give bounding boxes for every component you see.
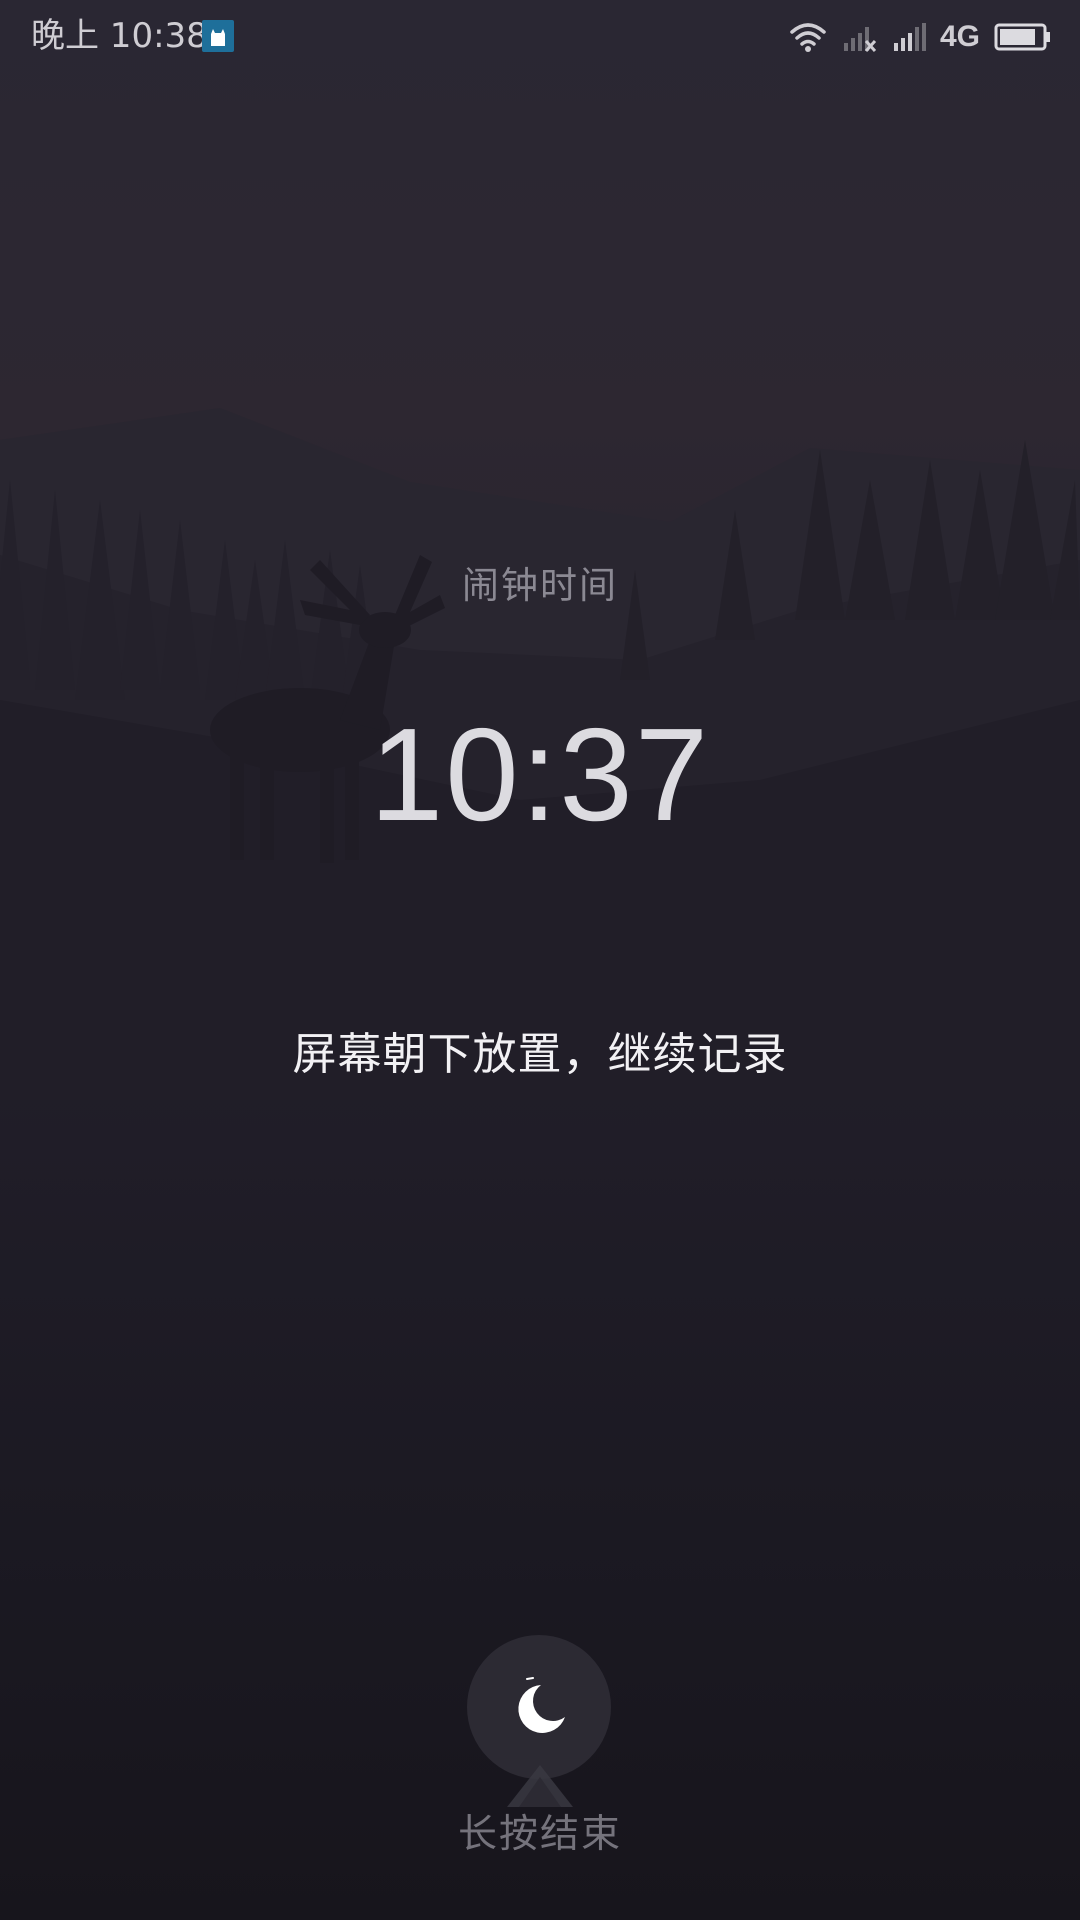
network-type-label: 4G xyxy=(939,20,980,53)
signal-icon xyxy=(893,23,926,51)
moon-icon xyxy=(518,1677,565,1733)
sleep-tracking-screen: 晚上 10:38 4G 闹钟时间 10:37 屏幕朝下放置，继续记录 长按结束 xyxy=(0,0,1080,1920)
end-sleep-button[interactable] xyxy=(467,1635,611,1779)
app-notification-icon xyxy=(202,20,234,52)
forest-deer-background xyxy=(0,408,1080,1100)
status-bar: 晚上 10:38 4G xyxy=(0,0,1080,74)
status-icons: 4G xyxy=(774,16,1052,58)
instruction-text: 屏幕朝下放置，继续记录 xyxy=(292,1029,788,1080)
status-time: 晚上 10:38 xyxy=(31,16,208,56)
battery-icon xyxy=(994,23,1050,51)
long-press-end-label: 长按结束 xyxy=(457,1812,622,1857)
alarm-time-label: 闹钟时间 xyxy=(462,564,618,607)
signal-no-sim-icon xyxy=(843,27,877,53)
alarm-time-value: 10:37 xyxy=(369,701,711,848)
wifi-icon xyxy=(790,23,826,52)
